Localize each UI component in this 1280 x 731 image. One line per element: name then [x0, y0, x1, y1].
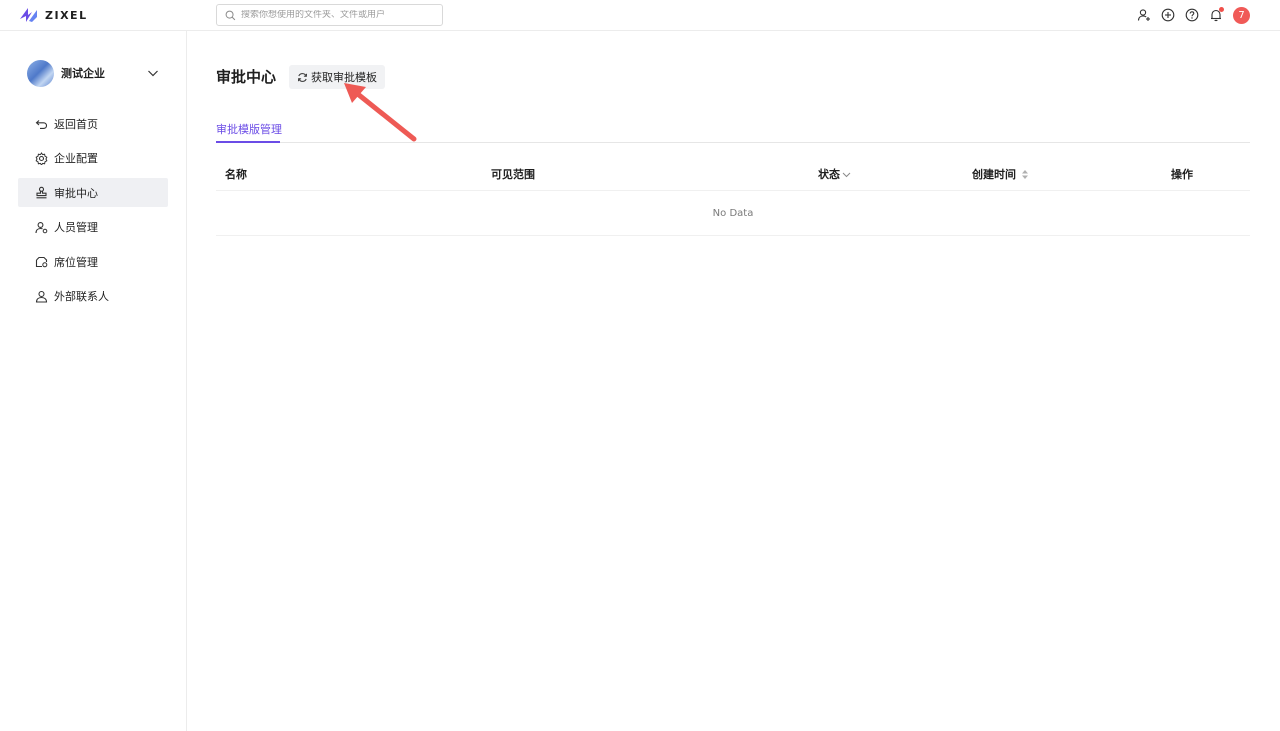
bell-icon[interactable]: [1207, 6, 1225, 24]
sidebar-item-label: 返回首页: [54, 117, 98, 131]
user-avatar[interactable]: 7: [1233, 6, 1250, 24]
logo-text: ZIXEL: [45, 8, 88, 22]
sidebar-item-label: 外部联系人: [54, 290, 109, 303]
templates-table: 名称 可见范围 状态 创建时间 操作 No Data: [216, 157, 1250, 236]
search-icon: [225, 10, 236, 20]
column-header-actions: 操作: [1171, 168, 1193, 181]
sidebar-item-home[interactable]: 返回首页: [18, 109, 168, 138]
top-actions: 7: [1129, 6, 1250, 24]
sidebar-item-label: 席位管理: [54, 255, 98, 269]
plus-circle-icon[interactable]: [1159, 6, 1177, 24]
sidebar-item-label: 审批中心: [54, 186, 98, 200]
logo[interactable]: ZIXEL: [18, 5, 88, 25]
sidebar-item-external-contacts[interactable]: 外部联系人: [18, 282, 168, 311]
search-input[interactable]: [241, 10, 431, 20]
page-title: 审批中心: [216, 68, 277, 86]
table-header: 名称 可见范围 状态 创建时间 操作: [216, 157, 1250, 191]
search-box[interactable]: [216, 4, 443, 26]
top-bar: ZIXEL 7: [0, 0, 1280, 31]
tab-active-indicator: [216, 141, 280, 143]
sidebar-item-enterprise-config[interactable]: 企业配置: [18, 144, 168, 173]
seat-icon: [35, 256, 48, 268]
org-switcher[interactable]: 测试企业: [27, 59, 167, 87]
chevron-down-icon[interactable]: [147, 68, 159, 78]
add-user-icon[interactable]: [1135, 6, 1153, 24]
column-header-visibility: 可见范围: [491, 168, 535, 181]
tab-template-management[interactable]: 审批模版管理: [216, 119, 282, 143]
sidebar-nav: 返回首页 企业配置 审批中心 人员管理 席位管理 外部联系人: [18, 109, 168, 316]
sidebar-item-approval-center[interactable]: 审批中心: [18, 178, 168, 207]
user-settings-icon: [35, 221, 48, 233]
org-avatar: [27, 59, 54, 87]
org-name: 测试企业: [61, 67, 105, 80]
sidebar-item-label: 企业配置: [54, 152, 98, 165]
filter-chevron-down-icon[interactable]: [842, 171, 851, 178]
gear-icon: [35, 151, 48, 165]
empty-text: No Data: [712, 207, 754, 219]
sidebar: 测试企业 返回首页 企业配置 审批中心 人员管理 席位管理 外部联系人: [0, 31, 187, 731]
sidebar-item-label: 人员管理: [54, 221, 98, 234]
column-header-status[interactable]: 状态: [818, 166, 851, 182]
back-icon: [35, 120, 48, 129]
sidebar-item-staff-management[interactable]: 人员管理: [18, 213, 168, 242]
annotation-arrow-icon: [344, 83, 417, 142]
refresh-icon: [298, 72, 307, 82]
tab-label: 审批模版管理: [216, 123, 282, 136]
contacts-icon: [35, 290, 48, 303]
notification-dot: [1219, 7, 1224, 12]
column-header-created-time[interactable]: 创建时间: [972, 166, 1030, 182]
column-header-name: 名称: [225, 168, 247, 181]
logo-icon: [20, 8, 37, 22]
sort-icon[interactable]: [1020, 169, 1030, 180]
stamp-icon: [36, 186, 47, 199]
help-icon[interactable]: [1183, 6, 1201, 24]
table-empty-state: No Data: [216, 191, 1250, 236]
sidebar-item-seat-management[interactable]: 席位管理: [18, 247, 168, 276]
